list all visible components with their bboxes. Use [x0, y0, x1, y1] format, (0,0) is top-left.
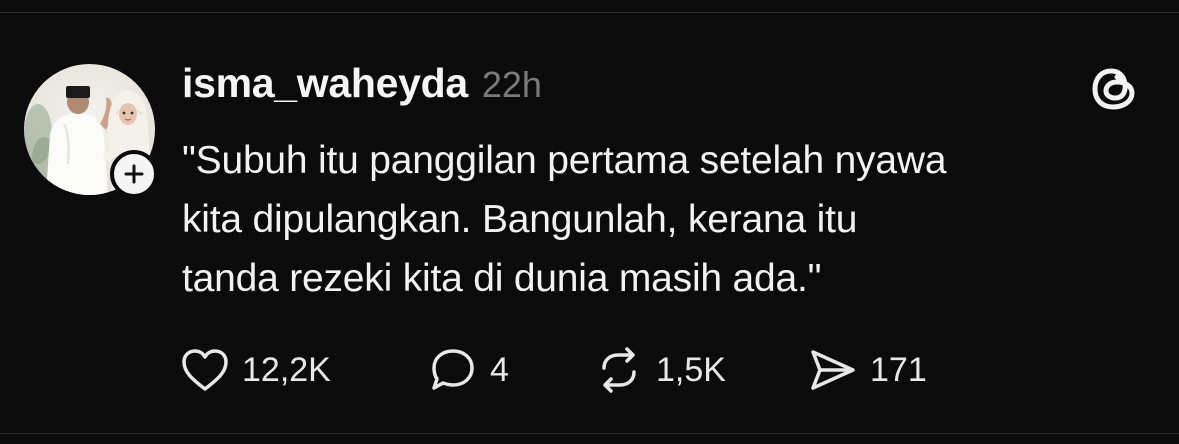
- like-count: 12,2K: [242, 350, 331, 389]
- post-text-line: "Subuh itu panggilan pertama setelah nya…: [182, 139, 947, 182]
- heart-icon: [182, 349, 228, 391]
- post-text-line: kita dipulangkan. Bangunlah, kerana itu: [182, 198, 858, 241]
- repost-icon: [602, 347, 636, 393]
- bottom-divider: [0, 433, 1179, 434]
- comment-icon: [432, 349, 474, 390]
- threads-logo-icon[interactable]: [1088, 62, 1142, 116]
- share-button[interactable]: 171: [808, 345, 927, 395]
- reply-button[interactable]: 4: [428, 345, 509, 395]
- top-divider: [0, 12, 1179, 13]
- follow-button[interactable]: [110, 150, 158, 198]
- like-button[interactable]: 12,2K: [180, 345, 331, 395]
- timestamp: 22h: [481, 64, 542, 105]
- repost-count: 1,5K: [656, 350, 726, 389]
- post-text: "Subuh itu panggilan pertama setelah nya…: [182, 131, 1142, 308]
- send-icon: [811, 350, 855, 390]
- reply-count: 4: [490, 350, 509, 389]
- post-text-line: tanda rezeki kita di dunia masih ada.": [182, 257, 822, 300]
- username[interactable]: isma_waheyda: [182, 60, 468, 107]
- share-count: 171: [870, 350, 927, 389]
- plus-icon: [124, 164, 144, 184]
- post-header: isma_waheyda 22h: [182, 60, 542, 107]
- repost-button[interactable]: 1,5K: [594, 345, 726, 395]
